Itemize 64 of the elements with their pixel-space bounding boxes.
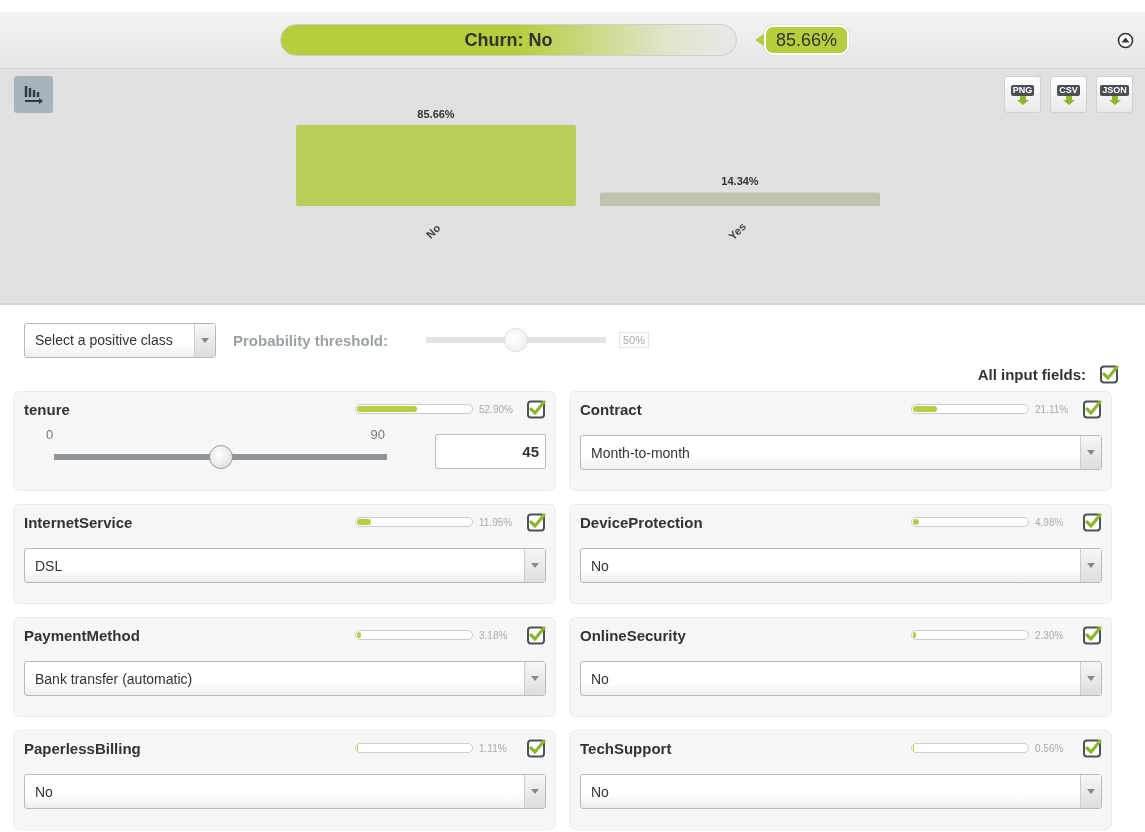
field-name: InternetService bbox=[24, 513, 134, 531]
all-input-fields-label: All input fields: bbox=[977, 366, 1086, 383]
field-name: DeviceProtection bbox=[580, 513, 704, 531]
importance-value: 11.95% bbox=[479, 516, 514, 528]
download-arrow-icon bbox=[1062, 95, 1075, 105]
category-label: No bbox=[423, 221, 443, 241]
slider-min-label: 0 bbox=[46, 427, 54, 444]
checkbox[interactable] bbox=[527, 512, 546, 532]
bar-chart-icon bbox=[23, 84, 44, 105]
dropdown[interactable]: No bbox=[24, 774, 546, 809]
bar-value-label: 14.34% bbox=[721, 175, 759, 188]
importance-value: 3.18% bbox=[479, 629, 509, 641]
caret-icon bbox=[531, 789, 539, 794]
collapse-icon[interactable] bbox=[1117, 31, 1134, 49]
field-name: PaymentMethod bbox=[24, 626, 141, 644]
download-arrow-icon bbox=[1016, 95, 1029, 105]
field-name: PaperlessBilling bbox=[24, 739, 142, 757]
export-button[interactable]: CSV bbox=[1050, 76, 1087, 113]
bar-value-label: 85.66% bbox=[417, 108, 455, 120]
checkbox[interactable] bbox=[527, 625, 546, 645]
export-button[interactable]: JSON bbox=[1096, 76, 1133, 113]
caret-icon bbox=[201, 337, 209, 343]
checkbox[interactable] bbox=[1083, 738, 1102, 758]
caret-icon bbox=[531, 563, 539, 568]
download-arrow-icon bbox=[1108, 95, 1121, 105]
category-label: Yes bbox=[726, 220, 749, 243]
dropdown[interactable]: No bbox=[580, 548, 1102, 583]
dropdown[interactable]: Bank transfer (automatic) bbox=[24, 661, 546, 696]
caret-icon bbox=[1087, 563, 1095, 568]
importance-value: 21.11% bbox=[1035, 403, 1070, 415]
checkbox[interactable] bbox=[1083, 625, 1102, 645]
field-name: Contract bbox=[580, 400, 643, 418]
dropdown[interactable]: No bbox=[580, 661, 1102, 696]
caret-icon bbox=[531, 676, 539, 681]
chart-toggle-button[interactable] bbox=[14, 76, 53, 113]
caret-icon bbox=[1087, 676, 1095, 681]
field-name: TechSupport bbox=[580, 739, 673, 757]
threshold-label: Probability threshold: bbox=[233, 331, 389, 349]
prediction-bar: Churn: No bbox=[279, 24, 737, 56]
checkbox[interactable] bbox=[1083, 399, 1102, 419]
importance-value: 1.11% bbox=[479, 742, 508, 754]
confidence-badge: 85.66% bbox=[763, 25, 850, 55]
checkbox[interactable] bbox=[527, 399, 546, 419]
number-input[interactable]: 45 bbox=[435, 434, 546, 469]
field-name: OnlineSecurity bbox=[580, 626, 687, 644]
checkbox[interactable] bbox=[1100, 365, 1119, 384]
importance-value: 0.56% bbox=[1035, 742, 1065, 754]
export-button[interactable]: PNG bbox=[1004, 76, 1041, 113]
slider-thumb[interactable] bbox=[208, 445, 233, 469]
importance-value: 2.30% bbox=[1035, 629, 1065, 641]
slider-max-label: 90 bbox=[370, 427, 385, 444]
field-name: tenure bbox=[24, 400, 71, 418]
threshold-value: 50% bbox=[619, 332, 650, 348]
caret-icon bbox=[1087, 789, 1095, 794]
dropdown[interactable]: DSL bbox=[24, 548, 546, 583]
caret-icon bbox=[1087, 450, 1095, 455]
dropdown[interactable]: Month-to-month bbox=[580, 435, 1102, 470]
importance-value: 4.98% bbox=[1035, 516, 1065, 528]
badge-pointer-icon bbox=[754, 33, 765, 47]
checkbox[interactable] bbox=[527, 738, 546, 758]
positive-class-dropdown[interactable]: Select a positive class bbox=[24, 322, 216, 358]
checkbox[interactable] bbox=[1083, 512, 1102, 532]
importance-value: 52.90% bbox=[479, 403, 514, 415]
dropdown[interactable]: No bbox=[580, 774, 1102, 809]
